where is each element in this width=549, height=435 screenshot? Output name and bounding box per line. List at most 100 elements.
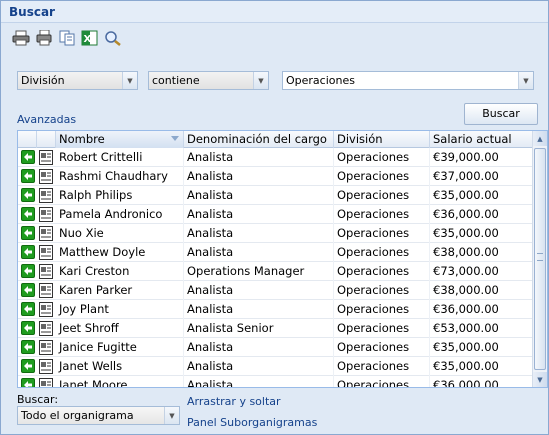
scroll-up-icon[interactable]: ▲ <box>533 131 547 146</box>
employee-card-icon[interactable] <box>39 264 53 279</box>
search-scope-label: Buscar: <box>17 393 59 406</box>
go-to-icon[interactable] <box>21 302 35 316</box>
table-row[interactable]: Janet Moore Analista Operaciones €36,000.00 <box>18 376 533 387</box>
cell-division: Operaciones <box>334 167 430 186</box>
go-to-icon[interactable] <box>21 283 35 297</box>
search-button[interactable]: Buscar <box>464 103 538 125</box>
cell-salary: €39,000.00 <box>430 148 533 167</box>
go-to-icon[interactable] <box>21 378 35 387</box>
printer-icon[interactable] <box>11 28 31 48</box>
cell-division: Operaciones <box>334 243 430 262</box>
cell-title: Analista <box>184 186 334 205</box>
employee-card-icon[interactable] <box>39 150 53 165</box>
drag-drop-link[interactable]: Arrastrar y soltar <box>187 395 281 408</box>
cell-title: Analista <box>184 357 334 376</box>
advanced-link[interactable]: Avanzadas <box>17 113 76 126</box>
employee-card-icon[interactable] <box>39 378 53 387</box>
table-row[interactable]: Kari Creston Operations Manager Operacione… <box>18 262 533 281</box>
chevron-down-icon[interactable]: ▼ <box>253 72 268 89</box>
table-row[interactable]: Rashmi Chaudhary Analista Operaciones €37,0… <box>18 167 533 186</box>
go-to-icon[interactable] <box>21 340 35 354</box>
scroll-thumb[interactable] <box>534 148 546 370</box>
go-to-icon[interactable] <box>21 150 35 164</box>
cell-division: Operaciones <box>334 338 430 357</box>
column-header-division[interactable]: División <box>334 131 430 148</box>
table-row[interactable]: Ralph Philips Analista Operaciones €35,000.… <box>18 186 533 205</box>
employee-card-icon[interactable] <box>39 169 53 184</box>
field-select-value: División <box>21 74 65 87</box>
go-to-icon[interactable] <box>21 264 35 278</box>
column-header-title[interactable]: Denominación del cargo <box>184 131 334 148</box>
employee-card-icon[interactable] <box>39 188 53 203</box>
chevron-down-icon[interactable]: ▼ <box>122 72 137 89</box>
table-row[interactable]: Jeet Shroff Analista Senior Operaciones €53… <box>18 319 533 338</box>
value-input[interactable]: Operaciones ▼ <box>282 71 534 90</box>
table-row[interactable]: Matthew Doyle Analista Operaciones €38,000.… <box>18 243 533 262</box>
cell-title: Analista Senior <box>184 319 334 338</box>
go-to-icon[interactable] <box>21 207 35 221</box>
table-row[interactable]: Nuo Xie Analista Operaciones €35,000.00 <box>18 224 533 243</box>
cell-name: Janice Fugitte <box>56 338 184 357</box>
scope-select[interactable]: Todo el organigrama ▼ <box>17 406 180 425</box>
cell-name: Kari Creston <box>56 262 184 281</box>
cell-name: Rashmi Chaudhary <box>56 167 184 186</box>
cell-title: Operations Manager <box>184 262 334 281</box>
cell-division: Operaciones <box>334 205 430 224</box>
cell-division: Operaciones <box>334 357 430 376</box>
field-select[interactable]: División ▼ <box>17 71 138 90</box>
employee-card-icon[interactable] <box>39 302 53 317</box>
employee-card-icon[interactable] <box>39 226 53 241</box>
cell-division: Operaciones <box>334 376 430 387</box>
cell-title: Analista <box>184 281 334 300</box>
cell-salary: €36,000.00 <box>430 376 533 387</box>
column-header-salary[interactable]: Salario actual <box>430 131 533 148</box>
cell-salary: €36,000.00 <box>430 205 533 224</box>
chevron-down-icon[interactable]: ▼ <box>518 72 533 89</box>
go-to-icon[interactable] <box>21 359 35 373</box>
cell-title: Analista <box>184 243 334 262</box>
find-icon[interactable] <box>103 28 123 48</box>
employee-card-icon[interactable] <box>39 207 53 222</box>
employee-card-icon[interactable] <box>39 245 53 260</box>
toolbar: X <box>11 28 123 50</box>
table-row[interactable]: Pamela Andronico Analista Operaciones €36,0… <box>18 205 533 224</box>
table-row[interactable]: Robert Crittelli Analista Operaciones €39,0… <box>18 148 533 167</box>
employee-card-icon[interactable] <box>39 340 53 355</box>
go-to-icon[interactable] <box>21 188 35 202</box>
cell-name: Matthew Doyle <box>56 243 184 262</box>
cell-salary: €73,000.00 <box>430 262 533 281</box>
cell-title: Analista <box>184 167 334 186</box>
column-header-name[interactable]: Nombre <box>56 131 184 148</box>
cell-name: Karen Parker <box>56 281 184 300</box>
cell-salary: €36,000.00 <box>430 300 533 319</box>
sort-desc-icon <box>171 136 179 141</box>
go-to-icon[interactable] <box>21 245 35 259</box>
cell-title: Analista <box>184 338 334 357</box>
header-card-col <box>37 131 56 148</box>
scroll-down-icon[interactable]: ▼ <box>533 372 547 387</box>
operator-select[interactable]: contiene ▼ <box>148 71 269 90</box>
cell-division: Operaciones <box>334 262 430 281</box>
go-to-icon[interactable] <box>21 321 35 335</box>
cell-name: Janet Wells <box>56 357 184 376</box>
cell-division: Operaciones <box>334 319 430 338</box>
cell-division: Operaciones <box>334 300 430 319</box>
employee-card-icon[interactable] <box>39 321 53 336</box>
table-row[interactable]: Joy Plant Analista Operaciones €36,000.00 <box>18 300 533 319</box>
print-preview-icon[interactable] <box>34 28 54 48</box>
table-row[interactable]: Karen Parker Analista Operaciones €38,000.0… <box>18 281 533 300</box>
cell-name: Pamela Andronico <box>56 205 184 224</box>
table-row[interactable]: Janet Wells Analista Operaciones €35,000.00 <box>18 357 533 376</box>
vertical-scrollbar[interactable]: ▲ ▼ <box>532 131 547 387</box>
employee-card-icon[interactable] <box>39 283 53 298</box>
chevron-down-icon[interactable]: ▼ <box>164 407 179 424</box>
excel-export-icon[interactable]: X <box>80 28 100 48</box>
sub-org-panel-link[interactable]: Panel Suborganigramas <box>187 416 317 429</box>
cell-salary: €37,000.00 <box>430 167 533 186</box>
go-to-icon[interactable] <box>21 169 35 183</box>
go-to-icon[interactable] <box>21 226 35 240</box>
employee-card-icon[interactable] <box>39 359 53 374</box>
copy-icon[interactable] <box>57 28 77 48</box>
svg-text:X: X <box>84 34 92 45</box>
table-row[interactable]: Janice Fugitte Analista Operaciones €35,000… <box>18 338 533 357</box>
